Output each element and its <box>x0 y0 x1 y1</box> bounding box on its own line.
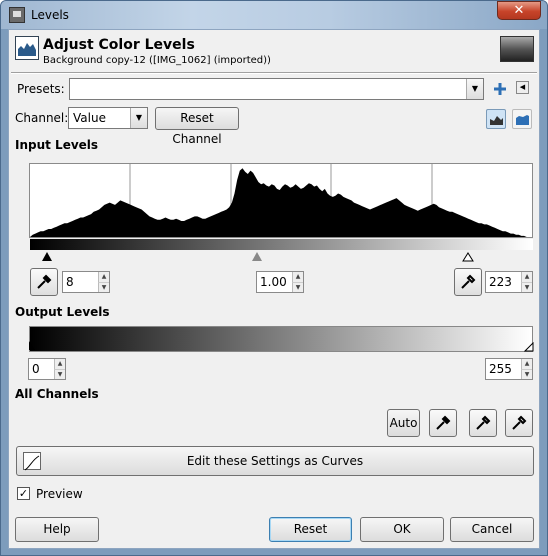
eyedropper-icon <box>512 415 527 430</box>
preview-label: Preview <box>36 487 83 501</box>
black-point-all-picker[interactable] <box>429 409 457 437</box>
white-point-all-picker[interactable] <box>505 409 533 437</box>
histogram[interactable] <box>29 163 533 238</box>
output-levels-heading: Output Levels <box>15 305 110 319</box>
chevron-down-icon[interactable]: ▼ <box>466 79 483 99</box>
linear-histogram-icon[interactable] <box>486 109 506 129</box>
presets-label: Presets: <box>17 82 65 96</box>
reset-button[interactable]: Reset <box>269 517 352 542</box>
gray-point-picker[interactable] <box>469 409 497 437</box>
input-gradient-bar <box>30 239 533 250</box>
dialog-content: Adjust Color Levels Background copy-12 (… <box>8 29 540 549</box>
levels-icon <box>15 36 39 60</box>
window-title: Levels <box>31 8 69 22</box>
eyedropper-icon <box>461 274 476 289</box>
white-point-picker[interactable] <box>454 268 482 296</box>
output-gradient-bar <box>29 326 533 352</box>
chevron-down-icon[interactable]: ▼ <box>130 108 147 128</box>
close-button[interactable]: ✕ <box>497 1 541 20</box>
help-button[interactable]: Help <box>15 517 99 542</box>
input-gamma-slider[interactable] <box>252 252 262 261</box>
preview-checkbox[interactable]: ✓ <box>17 487 30 500</box>
output-low-spinner[interactable]: 0 ▲ ▼ <box>28 358 66 380</box>
log-histogram-icon[interactable] <box>512 109 532 129</box>
input-low-spinner[interactable]: 8 ▲ ▼ <box>62 271 110 293</box>
eyedropper-icon <box>476 415 491 430</box>
layer-subtitle: Background copy-12 ([IMG_1062] (imported… <box>43 55 271 66</box>
cancel-button[interactable]: Cancel <box>450 517 534 542</box>
reset-channel-button[interactable]: Reset Channel <box>155 107 239 146</box>
layer-thumbnail <box>500 36 534 62</box>
levels-dialog-window: Levels ✕ Adjust Color Levels Background … <box>0 0 548 556</box>
eyedropper-icon <box>436 415 451 430</box>
output-high-slider[interactable] <box>523 341 536 352</box>
gimp-app-icon <box>9 7 25 23</box>
presets-combo[interactable]: ▼ <box>69 78 484 100</box>
output-low-slider[interactable] <box>29 341 35 350</box>
input-high-spinner[interactable]: 223 ▲ ▼ <box>485 271 533 293</box>
input-levels-heading: Input Levels <box>15 138 99 152</box>
channel-select[interactable]: Value ▼ <box>68 107 148 129</box>
black-point-picker[interactable] <box>30 268 58 296</box>
title-bar[interactable]: Levels ✕ <box>1 1 547 29</box>
auto-button[interactable]: Auto <box>387 409 420 437</box>
output-high-spinner[interactable]: 255 ▲ ▼ <box>485 358 533 380</box>
dialog-heading: Adjust Color Levels <box>43 37 195 53</box>
curves-icon <box>23 452 41 471</box>
histogram-area <box>30 168 532 237</box>
edit-as-curves-button[interactable]: Edit these Settings as Curves <box>16 446 534 476</box>
edit-as-curves-label: Edit these Settings as Curves <box>186 454 364 468</box>
add-preset-icon[interactable] <box>493 82 507 96</box>
input-gamma-spinner[interactable]: 1.00 ▲ ▼ <box>256 271 304 293</box>
input-low-slider[interactable] <box>42 252 52 261</box>
input-high-slider[interactable] <box>462 251 474 262</box>
header-separator <box>11 72 537 74</box>
eyedropper-icon <box>37 274 52 289</box>
preset-menu-icon[interactable]: ◀ <box>516 81 529 94</box>
channel-label: Channel: <box>15 111 69 125</box>
all-channels-heading: All Channels <box>15 387 99 401</box>
ok-button[interactable]: OK <box>360 517 444 542</box>
histogram-graph <box>30 164 532 237</box>
